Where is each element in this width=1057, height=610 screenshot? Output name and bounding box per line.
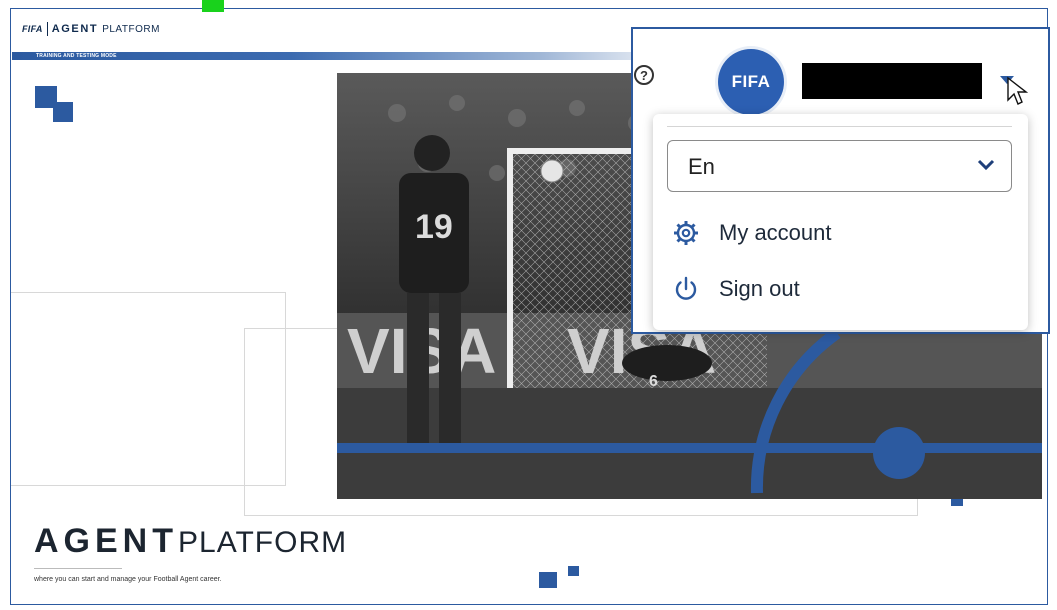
menu-item-label: Sign out xyxy=(719,276,800,301)
decor-square xyxy=(568,566,579,576)
language-select[interactable]: En xyxy=(667,140,1012,192)
help-icon[interactable]: ? xyxy=(634,65,654,85)
menu-item-my-account[interactable]: My account xyxy=(673,220,832,246)
platform-tagline: where you can start and manage your Foot… xyxy=(34,576,222,583)
language-value: En xyxy=(688,154,715,179)
mode-banner: TRAINING AND TESTING MODE xyxy=(12,52,632,60)
jersey-number: 19 xyxy=(415,208,453,246)
menu-item-sign-out[interactable]: Sign out xyxy=(673,276,800,302)
mouse-cursor-icon xyxy=(1007,76,1028,105)
decor-square xyxy=(539,572,557,588)
decor-square xyxy=(53,102,73,122)
menu-item-label: My account xyxy=(719,220,832,245)
user-dropdown-menu: En My account Sign out xyxy=(653,114,1028,330)
header-logo[interactable]: FIFA AGENT PLATFORM xyxy=(22,22,160,36)
logo-agent-text: AGENT xyxy=(51,23,99,35)
logo-fifa-text: FIFA xyxy=(22,24,43,34)
redacted-username xyxy=(802,63,982,99)
menu-divider xyxy=(667,126,1012,127)
chevron-down-icon xyxy=(977,159,995,171)
gear-icon xyxy=(674,221,698,245)
logo-divider xyxy=(46,22,48,36)
highlight-marker xyxy=(202,0,224,12)
platform-title: AGENTPLATFORM xyxy=(34,522,347,561)
title-underline xyxy=(34,568,122,569)
platform-title-bold: AGENT xyxy=(34,522,178,560)
power-icon xyxy=(675,276,697,300)
goalkeeper-number: 6 xyxy=(649,373,658,390)
fifa-avatar[interactable]: FIFA xyxy=(718,49,784,115)
platform-title-light: PLATFORM xyxy=(178,526,348,559)
logo-platform-text: PLATFORM xyxy=(102,23,160,35)
mode-label: TRAINING AND TESTING MODE xyxy=(36,53,117,59)
